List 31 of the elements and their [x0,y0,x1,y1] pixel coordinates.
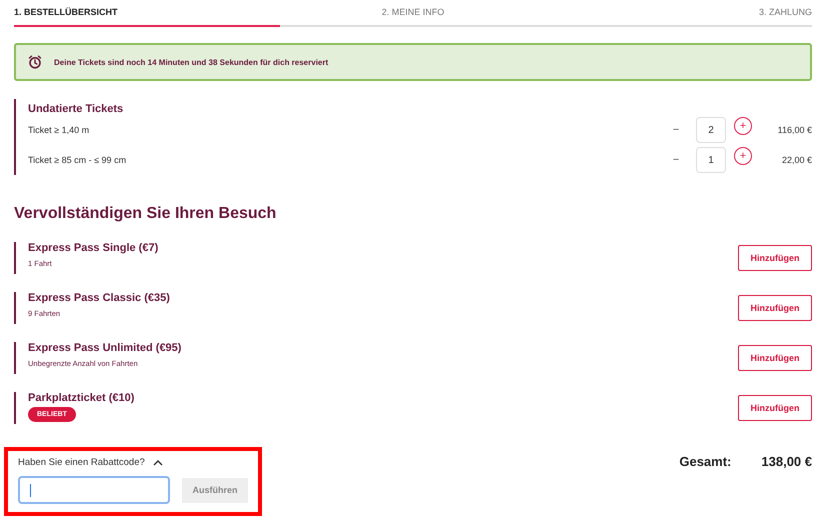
decrease-button[interactable]: − [664,124,688,136]
increase-button[interactable]: + [734,147,752,165]
apply-button[interactable]: Ausführen [182,478,248,502]
ticket-name: Ticket ≥ 1,40 m [28,125,90,135]
extra-title: Parkplatzticket (€10) [28,392,134,404]
alarm-clock-icon [28,55,42,69]
add-button[interactable]: Hinzufügen [738,245,812,271]
add-button[interactable]: Hinzufügen [738,395,812,421]
total-label: Gesamt: [679,454,732,469]
discount-toggle[interactable]: Haben Sie einen Rabattcode? [18,457,163,468]
alert-text: Deine Tickets sind noch 14 Minuten und 38 Sekunden für dich reserviert [54,58,328,66]
section-heading: Vervollständigen Sie Ihren Besuch [14,205,278,223]
step-tab[interactable]: 1. BESTELLÜBERSICHT [14,7,280,27]
total-value: 138,00 € [761,454,812,469]
ticket-name: Ticket ≥ 85 cm - ≤ 99 cm [28,155,128,165]
increase-button[interactable]: + [734,117,752,135]
step-tab[interactable]: 2. MEINE INFO [280,7,546,27]
extra-title: Express Pass Classic (€35) [28,292,170,304]
extra-title: Express Pass Unlimited (€95) [28,342,182,354]
section-title: Undatierte Tickets [28,102,124,115]
chevron-up-icon [152,459,163,466]
decrease-button[interactable]: − [664,154,688,166]
add-button[interactable]: Hinzufügen [738,295,812,321]
quantity-field[interactable]: 1 [696,147,726,173]
ticket-price: 116,00 € [776,125,812,135]
extra-title: Express Pass Single (€7) [28,242,158,254]
step-tab[interactable]: 3. ZAHLUNG [546,7,812,27]
ticket-price: 22,00 € [780,155,812,165]
quantity-field[interactable]: 2 [696,117,726,143]
add-button[interactable]: Hinzufügen [738,345,812,371]
code-input-field[interactable] [18,476,170,504]
